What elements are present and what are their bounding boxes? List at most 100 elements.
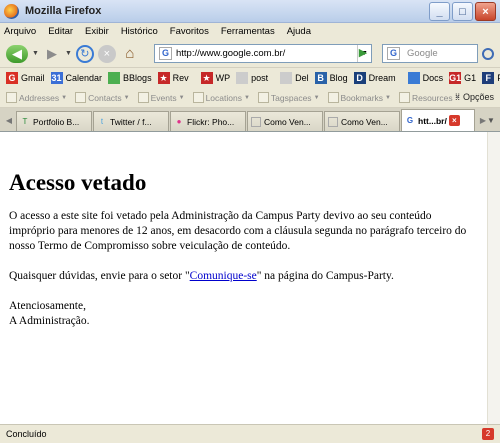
bookmark-item[interactable]: BBlogs: [108, 72, 152, 84]
minimize-button[interactable]: _: [429, 2, 450, 21]
bookmark-item[interactable]: G Gmail: [6, 72, 45, 84]
tagspaces-item[interactable]: Bookmarks ▼: [327, 92, 391, 103]
bookmark-item[interactable]: post: [236, 72, 268, 84]
search-engine-icon[interactable]: G: [387, 47, 400, 60]
reload-icon[interactable]: ↻: [75, 44, 94, 63]
bookmark-label: Dream: [368, 73, 396, 83]
tagspaces-item-label: Locations: [205, 92, 242, 103]
search-icon[interactable]: [482, 48, 494, 60]
tab[interactable]: Como Ven...: [247, 111, 323, 131]
tab[interactable]: Como Ven...: [324, 111, 400, 131]
bookmark-label: BBlogs: [123, 73, 152, 83]
vertical-scrollbar[interactable]: [487, 132, 500, 424]
menu-editar[interactable]: Editar: [48, 26, 73, 37]
status-text: Concluído: [6, 429, 47, 439]
back-arrow-icon[interactable]: ◀: [6, 44, 28, 63]
tab[interactable]: ● Flickr: Pho...: [170, 111, 246, 131]
tagspaces-item-label: Resources: [411, 92, 453, 103]
bookmark-icon: [280, 72, 293, 84]
tab-bar: ◀ T Portfolio B... t Twitter / f... ● Flickr:…: [0, 108, 500, 132]
bookmark-item[interactable]: Docs: [407, 72, 444, 84]
bookmark-icon: G: [6, 72, 18, 84]
tab[interactable]: t Twitter / f...: [93, 111, 169, 131]
chevron-down-icon: ▼: [123, 94, 130, 101]
tagspaces-item-icon: [6, 92, 17, 103]
url-bar[interactable]: G http://www.google.com.br/ ▼: [154, 44, 372, 63]
menu-bar: Arquivo Editar Exibir Histórico Favorito…: [0, 23, 500, 40]
bookmark-icon: [108, 72, 121, 84]
tagspaces-item-icon: [192, 92, 204, 103]
options-button[interactable]: ⁞⁞ Opções: [455, 92, 494, 102]
maximize-button[interactable]: □: [452, 2, 473, 21]
bookmark-icon: ★: [157, 72, 170, 84]
chevron-down-icon: ▼: [385, 94, 391, 101]
bookmark-label: Gmail: [21, 73, 45, 83]
tagspaces-item[interactable]: Tagspaces ▼: [257, 92, 320, 103]
tagspaces-item-label: Events: [150, 92, 177, 103]
menu-ferramentas[interactable]: Ferramentas: [221, 26, 275, 37]
tagspaces-item-label: Tagspaces: [270, 92, 312, 103]
bookmark-icon: G1: [449, 72, 462, 84]
bookmark-item[interactable]: FFolha: [482, 72, 500, 84]
options-label: Opções: [462, 92, 494, 102]
status-addon[interactable]: 2: [482, 428, 494, 440]
bookmark-icon: B: [314, 72, 327, 84]
url-text[interactable]: http://www.google.com.br/: [176, 48, 357, 59]
bookmark-item[interactable]: ★ WP: [200, 72, 230, 84]
menu-historico[interactable]: Histórico: [121, 26, 158, 37]
bookmarks-toolbar: G Gmail 31 Calendar BBlogs ★ Rev ★ WP post Del B Blo…: [0, 68, 500, 88]
tagspaces-item[interactable]: Events ▼: [137, 92, 185, 103]
home-icon[interactable]: ⌂: [120, 45, 140, 63]
tab-scroll-left-icon[interactable]: ◀: [2, 111, 16, 131]
search-placeholder: Google: [407, 48, 438, 59]
bookmark-item[interactable]: B Blog: [314, 72, 348, 84]
tagspaces-item-icon: [75, 92, 87, 103]
menu-exibir[interactable]: Exibir: [85, 26, 109, 37]
window-title: Mozilla Firefox: [25, 5, 102, 17]
contact-text-before: Quaisquer dúvidas, envie para o setor ": [9, 270, 190, 282]
title-bar: Mozilla Firefox _ □ ×: [0, 0, 500, 23]
tab-favicon-icon: T: [22, 116, 28, 126]
bookmark-icon: [236, 72, 249, 84]
forward-history-dropdown-icon[interactable]: ▼: [65, 50, 72, 57]
page-content: Acesso vetado O acesso a este site foi v…: [1, 132, 487, 424]
menu-arquivo[interactable]: Arquivo: [4, 26, 36, 37]
forward-arrow-icon[interactable]: ▶: [43, 46, 61, 62]
firefox-icon: [4, 3, 19, 19]
stop-icon[interactable]: ×: [97, 44, 116, 63]
tagspaces-item[interactable]: Addresses ▼: [6, 92, 67, 103]
tagspaces-item[interactable]: Resources ▼: [398, 92, 461, 103]
comunique-se-link[interactable]: Comunique-se: [190, 270, 257, 282]
tab-label: Twitter / f...: [110, 116, 152, 127]
bookmark-item[interactable]: G1 G1: [449, 72, 476, 84]
bookmark-item[interactable]: D Dream: [353, 72, 396, 84]
chevron-down-icon: ▼: [178, 94, 185, 101]
back-history-dropdown-icon[interactable]: ▼: [32, 50, 39, 57]
close-button[interactable]: ×: [475, 2, 496, 21]
bookmark-icon: 31: [50, 72, 63, 84]
tab-label: Flickr: Pho...: [187, 116, 235, 127]
all-tabs-dropdown-icon[interactable]: ▼: [484, 112, 498, 130]
tagspaces-item-icon: [327, 92, 339, 103]
tagspaces-item-icon: [137, 92, 149, 103]
tab-active[interactable]: Ghtt...br/×: [401, 109, 475, 131]
bookmark-icon: ★: [200, 72, 213, 84]
bookmark-item[interactable]: ★ Rev: [157, 72, 189, 84]
menu-favoritos[interactable]: Favoritos: [170, 26, 209, 37]
bookmark-icon: [407, 72, 420, 84]
bookmark-item[interactable]: 31 Calendar: [50, 72, 102, 84]
tab[interactable]: T Portfolio B...: [16, 111, 92, 131]
navigation-toolbar: ◀ ▼ ▶ ▼ ↻ × ⌂ G http://www.google.com.br…: [0, 40, 500, 68]
bookmark-label: Blog: [329, 73, 348, 83]
closing-line-1: Atenciosamente,: [9, 300, 86, 312]
tab-close-icon[interactable]: ×: [448, 115, 460, 126]
bookmark-item[interactable]: Del: [280, 72, 309, 84]
bookmark-label: Docs: [422, 73, 444, 83]
go-icon[interactable]: ▶: [356, 46, 370, 60]
chevron-down-icon: ▼: [243, 94, 250, 101]
tagspaces-item[interactable]: Locations ▼: [192, 92, 250, 103]
tagspaces-item[interactable]: Contacts ▼: [75, 92, 130, 103]
search-input[interactable]: G Google: [382, 44, 478, 63]
menu-ajuda[interactable]: Ajuda: [287, 26, 311, 37]
google-favicon-icon: G: [159, 47, 172, 60]
